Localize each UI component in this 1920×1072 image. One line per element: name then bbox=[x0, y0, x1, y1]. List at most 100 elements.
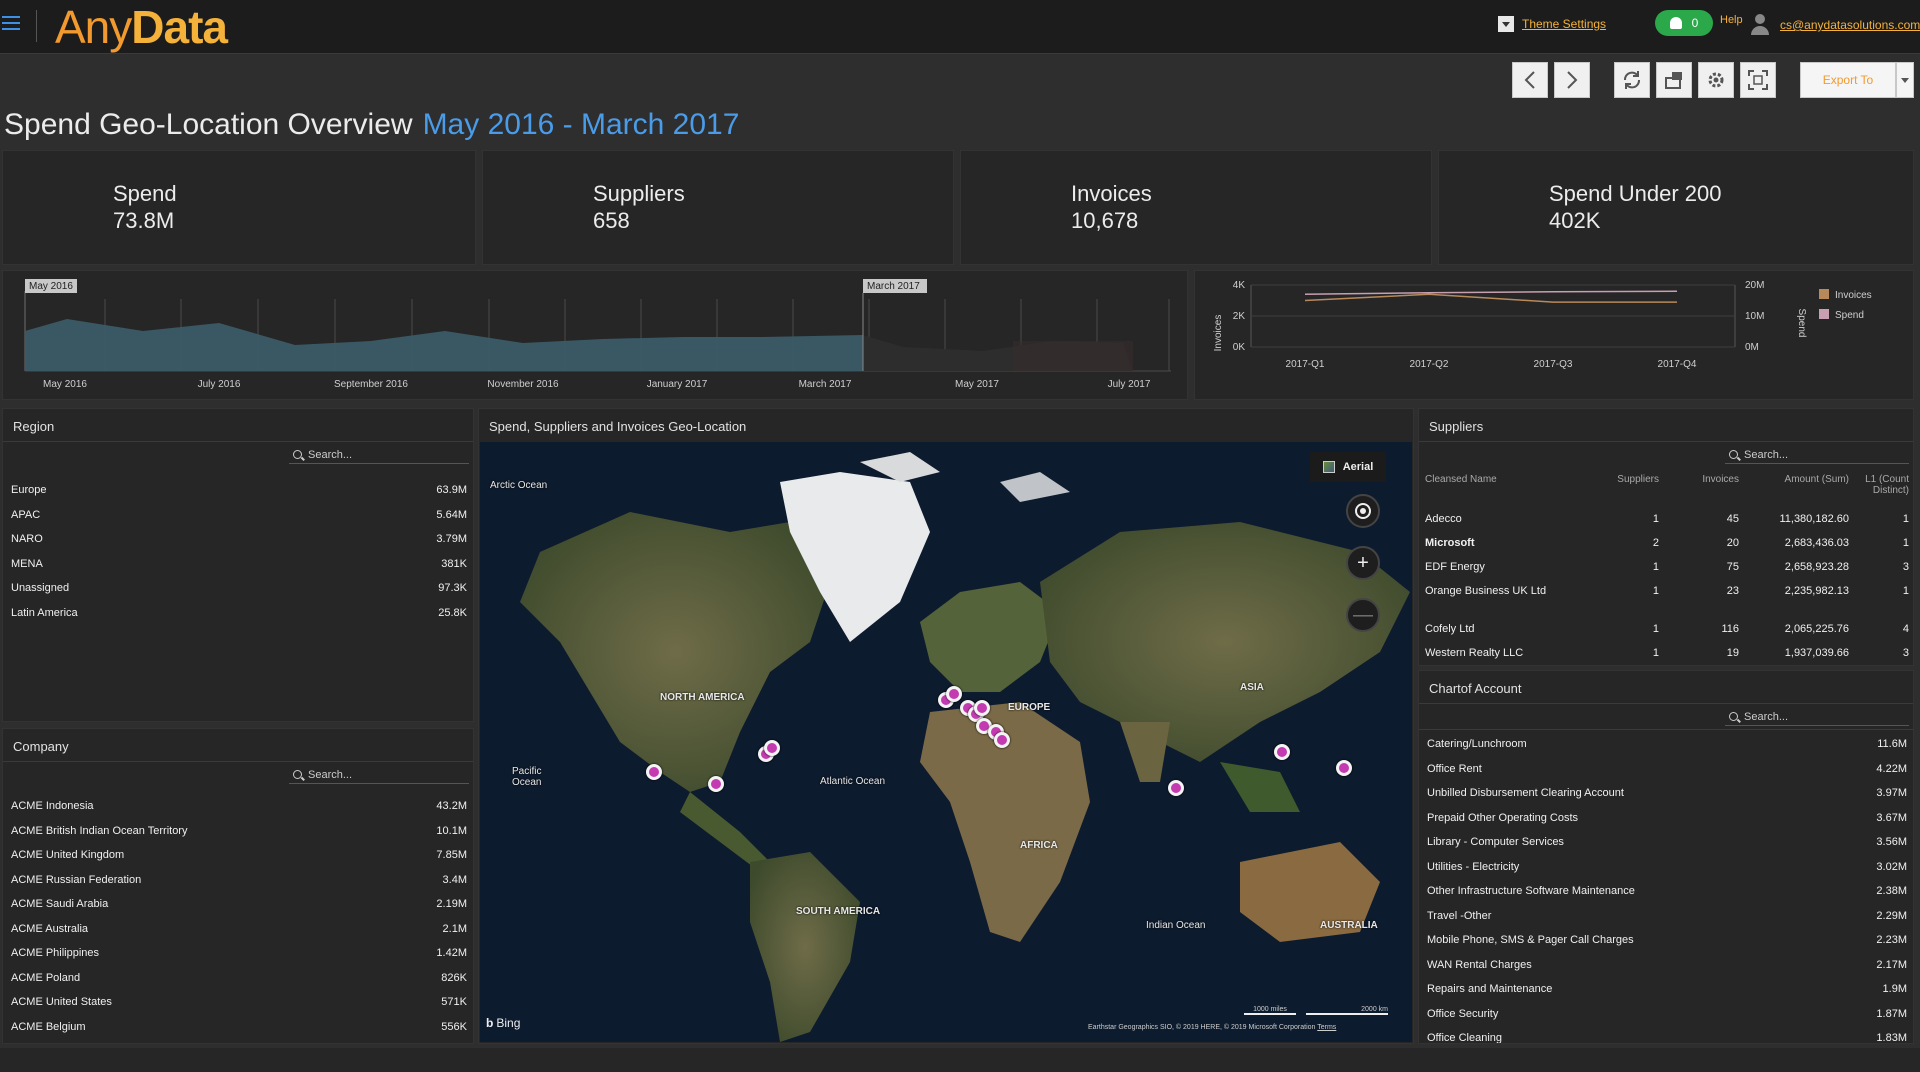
kpi-suppliers[interactable]: Suppliers 658 bbox=[482, 150, 954, 265]
list-item[interactable]: ACME United States 571K bbox=[3, 991, 473, 1015]
x-tick: 2017-Q2 bbox=[1410, 359, 1449, 370]
column-header[interactable]: Cleansed Name bbox=[1425, 474, 1497, 485]
list-item[interactable]: ACME Saudi Arabia 2.19M bbox=[3, 893, 473, 917]
list-item[interactable]: NARO 3.79M bbox=[3, 528, 473, 552]
terms-link[interactable]: Terms bbox=[1317, 1024, 1336, 1031]
item-value: 2.17M bbox=[1876, 958, 1907, 971]
export-dropdown-button[interactable] bbox=[1896, 62, 1914, 98]
list-item[interactable]: ACME United Kingdom 7.85M bbox=[3, 844, 473, 868]
list-item[interactable]: ACME Russian Federation 3.4M bbox=[3, 869, 473, 893]
refresh-button[interactable] bbox=[1614, 62, 1650, 98]
list-item[interactable]: Travel -Other 2.29M bbox=[1419, 905, 1913, 929]
user-email-link[interactable]: cs@anydatasolutions.com bbox=[1780, 18, 1920, 32]
list-item[interactable]: Office Rent 4.22M bbox=[1419, 758, 1913, 782]
item-name: ACME Saudi Arabia bbox=[11, 898, 109, 910]
hamburger-menu-icon[interactable] bbox=[2, 16, 20, 32]
item-name: MENA bbox=[11, 557, 43, 570]
theme-settings-link[interactable]: Theme Settings bbox=[1498, 16, 1606, 32]
table-row[interactable]: Western Realty LLC 1 19 1,937,039.66 3 bbox=[1419, 647, 1913, 665]
list-item[interactable]: WAN Rental Charges 2.17M bbox=[1419, 954, 1913, 978]
region-search-input[interactable]: Search... bbox=[289, 446, 469, 464]
share-button[interactable] bbox=[1656, 62, 1692, 98]
help-link[interactable]: Help bbox=[1720, 14, 1743, 26]
item-name: Europe bbox=[11, 484, 47, 496]
map-pin[interactable] bbox=[1274, 744, 1290, 760]
aerial-toggle[interactable]: Aerial bbox=[1310, 452, 1386, 482]
map-pin[interactable] bbox=[974, 700, 990, 716]
map-pin[interactable] bbox=[708, 776, 724, 792]
timeline-chart[interactable]: May 2016 March 2017 May 2016 July 2016 S… bbox=[3, 271, 1189, 401]
table-row[interactable]: Microsoft 2 20 2,683,436.03 1 bbox=[1419, 537, 1913, 557]
column-header[interactable]: Invoices bbox=[1669, 474, 1739, 485]
map-pin[interactable] bbox=[1168, 780, 1184, 796]
list-item[interactable]: Catering/Lunchroom 11.6M bbox=[1419, 733, 1913, 757]
table-row[interactable]: Adecco 1 45 11,380,182.60 1 bbox=[1419, 513, 1913, 533]
list-item[interactable]: ACME Philippines 1.42M bbox=[3, 942, 473, 966]
table-row[interactable]: Cofely Ltd 1 116 2,065,225.76 4 bbox=[1419, 623, 1913, 643]
map-pin[interactable] bbox=[764, 740, 780, 756]
list-item[interactable]: Utilities - Electricity 3.02M bbox=[1419, 856, 1913, 880]
list-item[interactable]: Unassigned 97.3K bbox=[3, 577, 473, 601]
item-value: 10.1M bbox=[436, 824, 467, 837]
world-map[interactable]: Arctic Ocean NORTH AMERICA EUROPE ASIA P… bbox=[480, 442, 1412, 1042]
accounts-search-input[interactable]: Search... bbox=[1725, 708, 1909, 726]
list-item[interactable]: Other Infrastructure Software Maintenanc… bbox=[1419, 880, 1913, 904]
zoom-out-button[interactable]: — bbox=[1346, 598, 1380, 632]
map-pin[interactable] bbox=[946, 686, 962, 702]
quarter-line-chart[interactable]: Invoices Spend 0K 0M 2K 10M 4K 20M 2017-Q1 2017… bbox=[1195, 271, 1915, 401]
item-value: 3.79M bbox=[436, 533, 467, 545]
settings-button[interactable] bbox=[1698, 62, 1734, 98]
map-pin[interactable] bbox=[646, 764, 662, 780]
list-item[interactable]: Latin America 25.8K bbox=[3, 602, 473, 626]
locate-button[interactable] bbox=[1346, 494, 1380, 528]
map-pin[interactable] bbox=[1336, 760, 1352, 776]
cell-l1: 3 bbox=[1902, 561, 1909, 573]
cell-suppliers: 1 bbox=[1652, 585, 1659, 597]
list-item[interactable]: Unbilled Disbursement Clearing Account 3.… bbox=[1419, 782, 1913, 806]
list-item[interactable]: Repairs and Maintenance 1.9M bbox=[1419, 978, 1913, 1002]
item-value: 3.4M bbox=[442, 873, 467, 886]
column-header[interactable]: Amount (Sum) bbox=[1749, 474, 1849, 485]
list-item[interactable]: Prepaid Other Operating Costs 3.67M bbox=[1419, 807, 1913, 831]
suppliers-search-input[interactable]: Search... bbox=[1725, 446, 1909, 464]
map-label: AUSTRALIA bbox=[1320, 920, 1378, 931]
list-item[interactable]: Europe 63.9M bbox=[3, 479, 473, 503]
next-button[interactable] bbox=[1554, 62, 1590, 98]
table-row[interactable]: EDF Energy 1 75 2,658,923.28 3 bbox=[1419, 561, 1913, 581]
zoom-in-button[interactable]: + bbox=[1346, 546, 1380, 580]
kpi-spend[interactable]: Spend 73.8M bbox=[2, 150, 476, 265]
y2-axis-label: Spend bbox=[1796, 309, 1807, 338]
item-name: ACME Belgium bbox=[11, 1020, 86, 1033]
item-value: 11.6M bbox=[1877, 738, 1907, 750]
item-value: 571K bbox=[441, 996, 467, 1008]
y2-tick: 10M bbox=[1745, 311, 1764, 322]
column-header[interactable]: L1 (Count Distinct) bbox=[1859, 474, 1909, 496]
kpi-value: 10,678 bbox=[1071, 208, 1139, 233]
item-value: 556K bbox=[441, 1020, 467, 1033]
company-search-input[interactable]: Search... bbox=[289, 766, 469, 784]
list-item[interactable]: Library - Computer Services 3.56M bbox=[1419, 831, 1913, 855]
list-item[interactable]: ACME Belgium 556K bbox=[3, 1016, 473, 1040]
column-header[interactable]: Suppliers bbox=[1589, 474, 1659, 485]
fullscreen-button[interactable] bbox=[1740, 62, 1776, 98]
kpi-invoices[interactable]: Invoices 10,678 bbox=[960, 150, 1432, 265]
list-item[interactable]: APAC 5.64M bbox=[3, 504, 473, 528]
list-item[interactable]: MENA 381K bbox=[3, 553, 473, 577]
list-item[interactable]: Office Cleaning 1.83M bbox=[1419, 1027, 1913, 1043]
previous-button[interactable] bbox=[1512, 62, 1548, 98]
cell-l1: 4 bbox=[1902, 623, 1909, 635]
kpi-spend-under-200[interactable]: Spend Under 200 402K bbox=[1438, 150, 1914, 265]
list-item[interactable]: ACME Indonesia 43.2M bbox=[3, 795, 473, 819]
export-button[interactable]: Export To bbox=[1800, 62, 1896, 98]
list-item[interactable]: ACME Australia 2.1M bbox=[3, 918, 473, 942]
list-item[interactable]: ACME British Indian Ocean Territory 10.1M bbox=[3, 820, 473, 844]
notifications-badge[interactable]: 0 bbox=[1655, 10, 1713, 36]
user-icon[interactable] bbox=[1750, 14, 1770, 36]
list-item[interactable]: Office Security 1.87M bbox=[1419, 1003, 1913, 1027]
timeline-tick: May 2016 bbox=[43, 379, 87, 390]
map-pin[interactable] bbox=[994, 732, 1010, 748]
list-item[interactable]: ACME Poland 826K bbox=[3, 967, 473, 991]
table-row[interactable]: Orange Business UK Ltd 1 23 2,235,982.13 1 bbox=[1419, 585, 1913, 619]
list-item[interactable]: Mobile Phone, SMS & Pager Call Charges 2.… bbox=[1419, 929, 1913, 953]
item-name: Travel -Other bbox=[1427, 909, 1492, 922]
